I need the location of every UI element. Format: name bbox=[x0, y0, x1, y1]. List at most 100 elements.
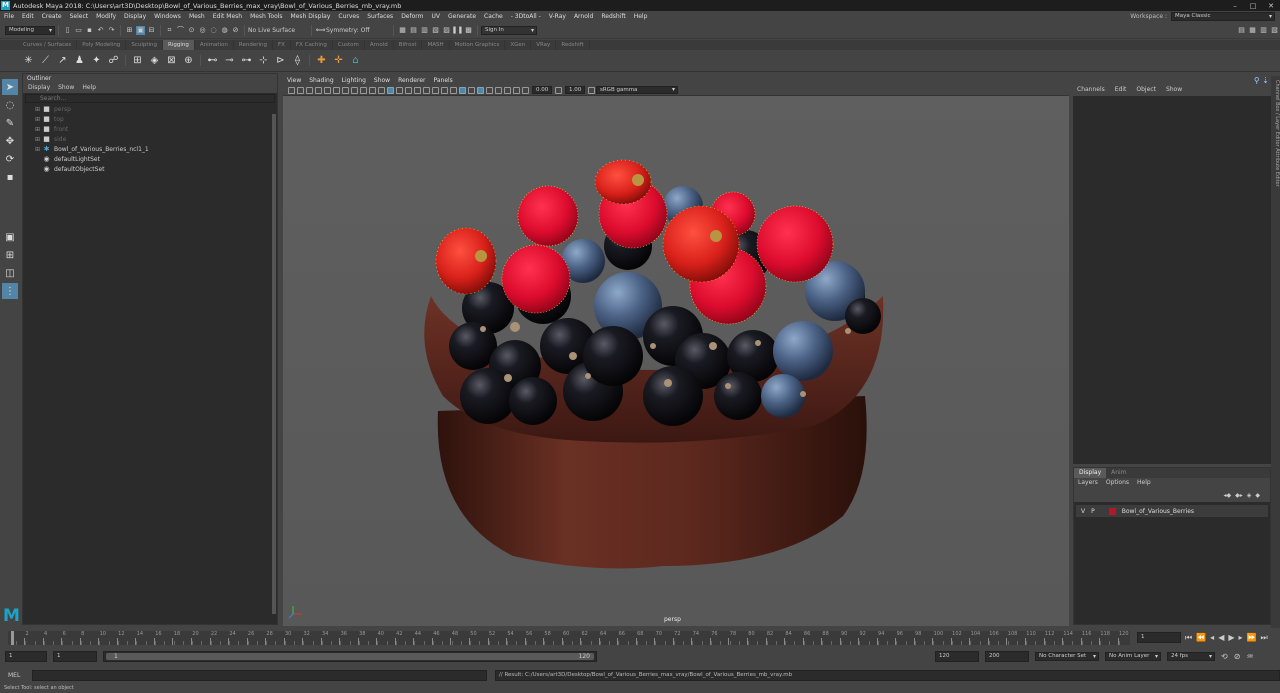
pole-vector-icon[interactable]: ⟠ bbox=[291, 54, 304, 67]
snap-grid-icon[interactable]: ⌗ bbox=[165, 26, 174, 35]
snap-live-icon[interactable]: ◍ bbox=[220, 26, 229, 35]
channel-box-menu-item[interactable]: Object bbox=[1136, 86, 1156, 96]
single-view-icon[interactable]: ▣ bbox=[2, 229, 18, 245]
menu-item[interactable]: Deform bbox=[397, 13, 427, 20]
step-forward-icon[interactable]: ▸ bbox=[1239, 633, 1243, 642]
smooth-shade-icon[interactable] bbox=[396, 86, 403, 94]
workspace-dropdown[interactable]: Maya Classic bbox=[1171, 12, 1275, 21]
render-view-icon[interactable]: ▧ bbox=[431, 26, 440, 35]
depth-of-field-icon[interactable] bbox=[477, 86, 484, 94]
color-management-icon[interactable] bbox=[588, 86, 595, 94]
outliner-item[interactable]: ⊞ ■ top bbox=[23, 114, 277, 124]
render-settings-icon[interactable]: ▥ bbox=[420, 26, 429, 35]
expand-icon[interactable]: ⊞ bbox=[35, 146, 42, 153]
image-plane-icon[interactable] bbox=[315, 86, 322, 94]
gamma-field[interactable]: 1.00 bbox=[565, 86, 585, 94]
menu-item[interactable]: V-Ray bbox=[545, 13, 570, 20]
use-lights-icon[interactable] bbox=[432, 86, 439, 94]
shelf-tab[interactable]: VRay bbox=[531, 40, 557, 50]
safe-action-icon[interactable] bbox=[369, 86, 376, 94]
textured-icon[interactable] bbox=[423, 86, 430, 94]
hypershade-icon[interactable]: ▨ bbox=[442, 26, 451, 35]
shelf-tab[interactable]: Redshift bbox=[556, 40, 590, 50]
outliner-item[interactable]: ◉ defaultLightSet bbox=[23, 154, 277, 164]
custom-shelf-icon[interactable]: ⌂ bbox=[349, 54, 362, 67]
minimize-icon[interactable]: – bbox=[1226, 2, 1244, 10]
menu-item[interactable]: Display bbox=[120, 13, 150, 20]
menu-item[interactable]: Surfaces bbox=[363, 13, 397, 20]
shelf-tab[interactable]: Rigging bbox=[163, 40, 195, 50]
four-view-icon[interactable]: ⊞ bbox=[2, 247, 18, 263]
menu-item[interactable]: Arnold bbox=[570, 13, 597, 20]
menu-item[interactable]: - 3DtoAll - bbox=[507, 13, 545, 20]
anim-layer-dropdown[interactable]: No Anim Layer bbox=[1105, 652, 1161, 661]
side-tabs[interactable]: Channel Box / Layer Editor Attribute Edi… bbox=[1271, 76, 1280, 628]
cluster-icon[interactable]: ⊕ bbox=[182, 54, 195, 67]
bookmark-icon[interactable] bbox=[306, 86, 313, 94]
mel-label[interactable]: MEL bbox=[8, 672, 24, 679]
bind-skin-icon[interactable]: ⊞ bbox=[131, 54, 144, 67]
gate-mask-icon[interactable] bbox=[351, 86, 358, 94]
shelf-tab[interactable]: Custom bbox=[333, 40, 365, 50]
outliner-menu-item[interactable]: Display bbox=[28, 83, 50, 93]
shelf-tab[interactable]: XGen bbox=[505, 40, 532, 50]
symmetry-label[interactable]: Symmetry: Off bbox=[326, 27, 390, 34]
select-tool-icon[interactable]: ➤ bbox=[2, 79, 18, 95]
play-back-icon[interactable]: ◀ bbox=[1218, 633, 1224, 642]
move-layer-up-icon[interactable]: ◂◆ bbox=[1223, 492, 1231, 499]
current-time-marker[interactable] bbox=[11, 631, 14, 645]
shelf-tab[interactable]: FX Caching bbox=[291, 40, 333, 50]
character-set-dropdown[interactable]: No Character Set bbox=[1035, 652, 1099, 661]
outliner-search-input[interactable]: Search... bbox=[25, 94, 275, 103]
channel-box-menu-item[interactable]: Channels bbox=[1077, 86, 1105, 96]
xray-active-icon[interactable] bbox=[504, 86, 511, 94]
xray-icon[interactable] bbox=[495, 86, 502, 94]
shelf-tab[interactable]: Bifrost bbox=[394, 40, 423, 50]
mel-input[interactable] bbox=[32, 669, 487, 681]
select-object-icon[interactable]: ▣ bbox=[136, 25, 145, 35]
menu-item[interactable]: Help bbox=[630, 13, 652, 20]
outliner-item[interactable]: ⊞ ✱ Bowl_of_Various_Berries_ncl1_1 bbox=[23, 144, 277, 154]
layer-tab[interactable]: Display bbox=[1074, 468, 1107, 478]
shelf-tab[interactable]: Curves / Surfaces bbox=[18, 40, 78, 50]
menu-item[interactable]: UV bbox=[428, 13, 445, 20]
start-frame-field[interactable]: 1 bbox=[5, 651, 47, 662]
lasso-tool-icon[interactable]: ◌ bbox=[2, 97, 18, 113]
select-camera-icon[interactable] bbox=[288, 86, 295, 94]
quick-rig-icon[interactable]: ♟ bbox=[73, 54, 86, 67]
layer-row[interactable]: V P Bowl_of_Various_Berries bbox=[1076, 505, 1268, 517]
skeleton-icon[interactable]: ☍ bbox=[107, 54, 120, 67]
menu-item[interactable]: Create bbox=[38, 13, 66, 20]
step-back-icon[interactable]: ◂ bbox=[1210, 633, 1214, 642]
attribute-editor-icon[interactable]: ▦ bbox=[1248, 26, 1257, 35]
channel-box-icon[interactable]: ▧ bbox=[1270, 26, 1279, 35]
select-hierarchy-icon[interactable]: ⊞ bbox=[125, 26, 134, 35]
modeling-toolkit-icon[interactable]: ▤ bbox=[1237, 26, 1246, 35]
exposure-field[interactable]: 0.00 bbox=[532, 86, 552, 94]
multisample-aa-icon[interactable] bbox=[468, 86, 475, 94]
live-surface-label[interactable]: No Live Surface bbox=[248, 27, 308, 34]
motion-blur-icon[interactable] bbox=[459, 86, 466, 94]
outliner-item[interactable]: ◉ defaultObjectSet bbox=[23, 164, 277, 174]
menu-item[interactable]: File bbox=[0, 13, 18, 20]
outliner-scrollbar[interactable] bbox=[272, 114, 276, 614]
redo-icon[interactable]: ↷ bbox=[107, 26, 116, 35]
wireframe-on-shaded-icon[interactable] bbox=[414, 86, 421, 94]
maximize-icon[interactable]: □ bbox=[1244, 2, 1262, 10]
viewport-menu-item[interactable]: Shading bbox=[309, 76, 333, 85]
menu-item[interactable]: Select bbox=[66, 13, 93, 20]
paint-select-icon[interactable]: ✎ bbox=[2, 115, 18, 131]
auto-key-icon[interactable]: ⊘ bbox=[1234, 652, 1241, 661]
paint-weights-icon[interactable]: ◈ bbox=[148, 54, 161, 67]
range-slider[interactable]: 1 120 bbox=[103, 651, 597, 662]
xray-joints-icon[interactable] bbox=[513, 86, 520, 94]
playback-start-field[interactable]: 1 bbox=[53, 651, 97, 662]
new-layer-icon[interactable]: ◈ bbox=[1247, 492, 1252, 499]
menu-set-dropdown[interactable]: Modeling bbox=[5, 25, 55, 35]
pause-render-icon[interactable]: ❚❚ bbox=[452, 26, 464, 35]
play-forward-icon[interactable]: ▶ bbox=[1228, 633, 1234, 642]
move-tool-icon[interactable]: ✥ bbox=[2, 133, 18, 149]
tool-settings-icon[interactable]: ▥ bbox=[1259, 26, 1268, 35]
go-to-start-icon[interactable]: ⏮ bbox=[1185, 633, 1192, 643]
snap-point-icon[interactable]: ⊙ bbox=[187, 26, 196, 35]
